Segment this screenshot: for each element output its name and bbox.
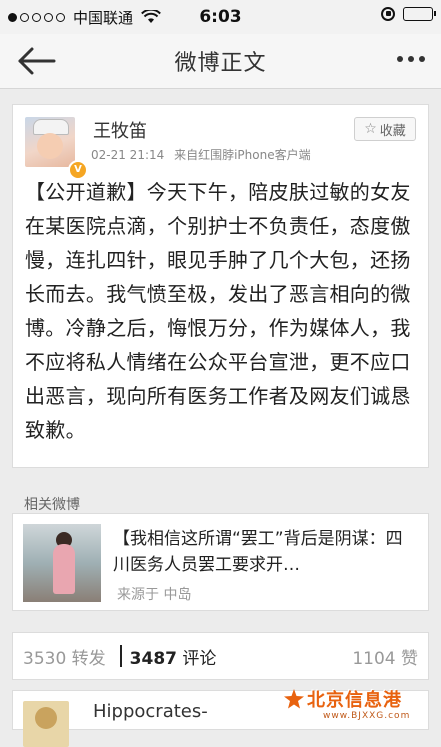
- comment-tab[interactable]: 3487 评论: [130, 644, 217, 669]
- repost-count: 3530: [23, 648, 67, 669]
- repost-tab[interactable]: 3530 转发: [23, 644, 106, 669]
- nav-bar: 微博正文: [0, 34, 441, 89]
- commenter-avatar[interactable]: [23, 701, 69, 747]
- status-time: 6:03: [199, 7, 242, 27]
- like-label: 赞: [401, 648, 418, 669]
- battery-icon: [403, 7, 436, 21]
- comment-label: 评论: [182, 648, 217, 669]
- post-source: 来自红围脖iPhone客户端: [174, 148, 311, 162]
- tab-divider: [119, 645, 122, 667]
- like-tab[interactable]: 1104 赞: [352, 644, 418, 669]
- favorite-button[interactable]: ☆ 收藏: [354, 117, 416, 141]
- post-card: V 王牧笛 02-21 21:14 来自红围脖iPhone客户端 ☆ 收藏 【公…: [12, 104, 429, 468]
- signal-strength-icon: [8, 12, 65, 22]
- wifi-icon: [141, 10, 161, 23]
- comment-count: 3487: [129, 648, 177, 669]
- watermark-logo: 北京信息港 www.BJXXG.com: [283, 684, 433, 724]
- watermark-name: 北京信息港: [307, 690, 402, 711]
- star-icon: ☆: [364, 121, 377, 137]
- related-post-card[interactable]: 【我相信这所谓“罢工”背后是阴谋：四川医务人员罢工要求开… 来源于 中岛: [12, 513, 429, 611]
- repost-label: 转发: [71, 648, 106, 669]
- author-avatar[interactable]: V: [25, 117, 88, 180]
- status-bar: 中国联通 6:03: [0, 0, 441, 34]
- like-count: 1104: [352, 648, 396, 669]
- watermark-url: www.BJXXG.com: [323, 711, 411, 721]
- author-name[interactable]: 王牧笛: [93, 117, 147, 143]
- carrier-name: 中国联通: [73, 8, 134, 27]
- related-section-title: 相关微博: [24, 497, 80, 513]
- favorite-label: 收藏: [379, 123, 406, 139]
- page-title: 微博正文: [174, 51, 267, 76]
- watermark-star-icon: [284, 689, 304, 709]
- post-meta: 02-21 21:14 来自红围脖iPhone客户端: [91, 146, 311, 163]
- post-text: 【公开道歉】今天下午，陪皮肤过敏的女友在某医院点滴，个别护士不负责任，态度傲慢，…: [25, 180, 411, 442]
- related-thumbnail: [23, 524, 101, 602]
- commenter-name[interactable]: Hippocrates-: [93, 701, 208, 722]
- post-time: 02-21 21:14: [91, 148, 165, 162]
- rotation-lock-icon: [381, 7, 395, 21]
- back-arrow-icon[interactable]: [14, 44, 58, 78]
- more-options-icon[interactable]: [395, 50, 427, 68]
- related-post-source: 来源于 中岛: [117, 587, 192, 603]
- related-post-text: 【我相信这所谓“罢工”背后是阴谋：四川医务人员罢工要求开…: [113, 529, 403, 575]
- action-bar: 3530 转发 3487 评论 1104 赞: [12, 632, 429, 680]
